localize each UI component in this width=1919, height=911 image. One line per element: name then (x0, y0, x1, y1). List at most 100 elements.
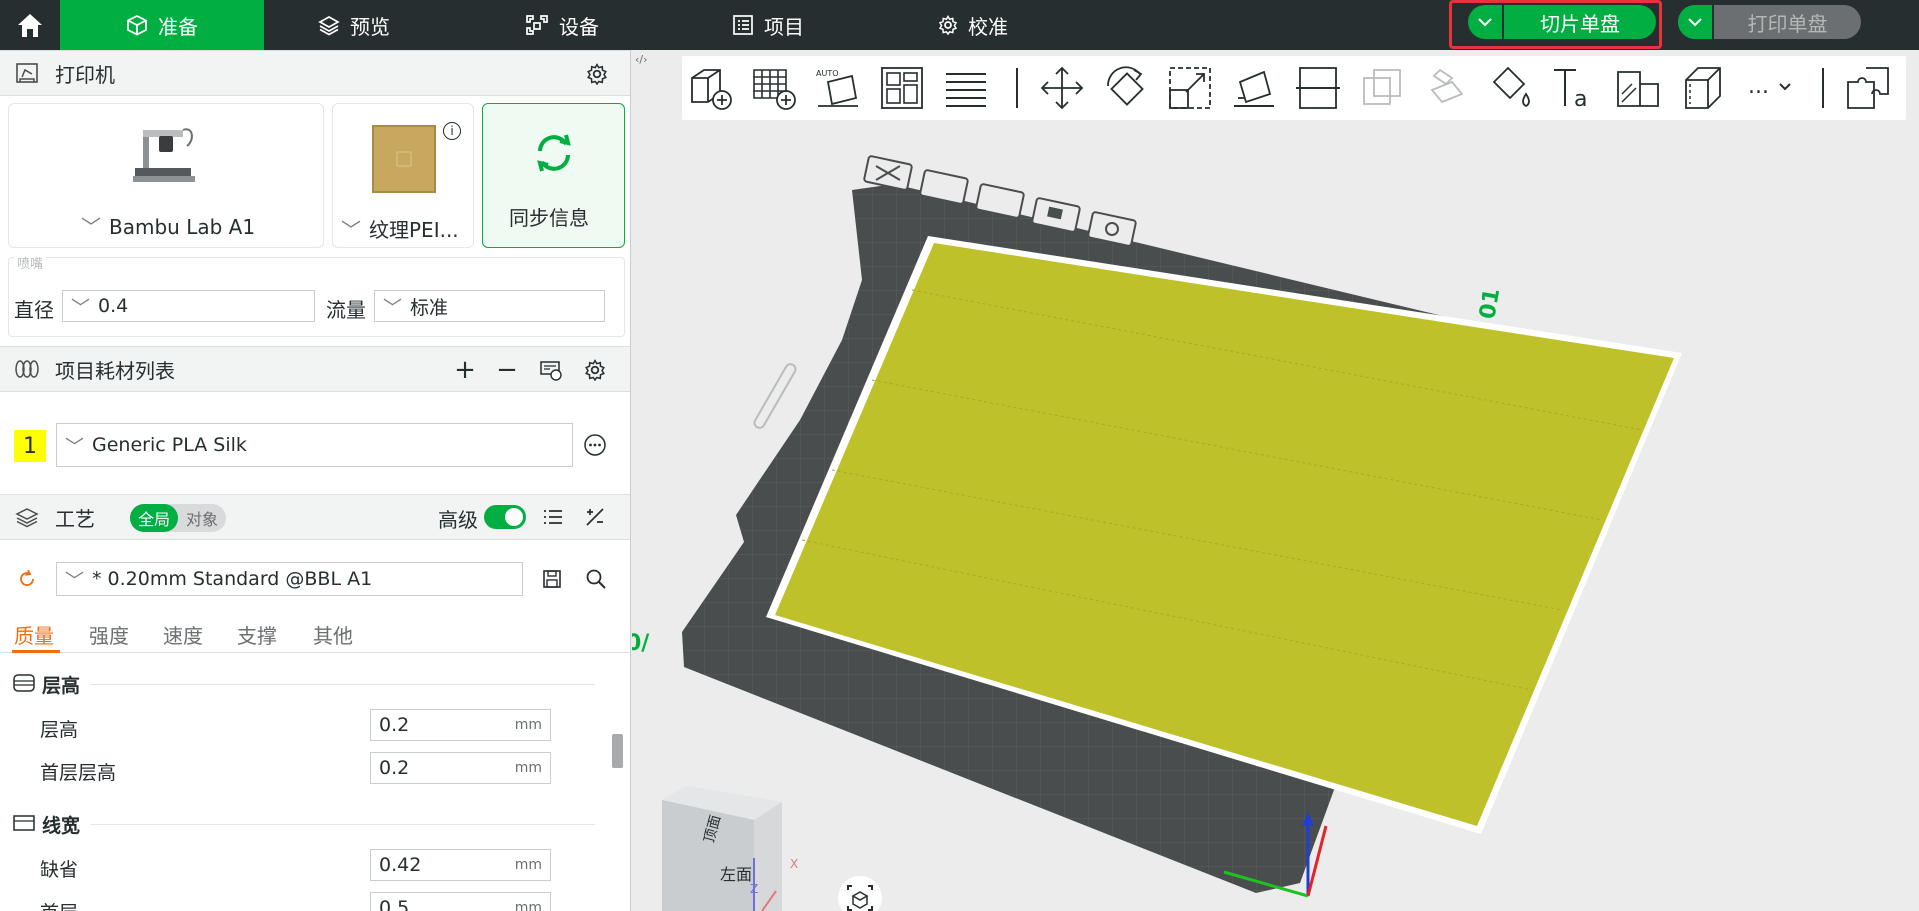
filament-more-button[interactable] (580, 430, 610, 460)
sync-icon (537, 134, 571, 172)
cube-left-face: 左面 (720, 865, 752, 884)
plate-number: 01 (1475, 287, 1505, 322)
unit-label: mm (514, 760, 542, 776)
filament-index-badge[interactable]: 1 (14, 430, 46, 462)
info-icon[interactable]: i (443, 122, 461, 140)
initial-line-width-input[interactable]: 0.5 mm (370, 892, 551, 911)
fit-view-button[interactable] (838, 876, 882, 911)
initial-layer-height-input[interactable]: 0.2 mm (370, 752, 551, 784)
list-icon (733, 15, 753, 35)
printer-card[interactable]: ﹀ Bambu Lab A1 (8, 103, 324, 248)
tab-label: 准备 (158, 14, 198, 39)
flow-label: 流量 (326, 298, 366, 322)
home-button[interactable] (0, 0, 60, 50)
option-value: 0.2 (379, 714, 410, 736)
filament-spool-icon (15, 360, 39, 378)
nozzle-caption: 喷嘴 (14, 253, 47, 272)
slice-plate-button[interactable]: 切片单盘 (1504, 5, 1656, 39)
remove-filament-button[interactable]: − (492, 355, 522, 385)
tab-label: 设备 (559, 14, 599, 39)
tab-device[interactable]: 设备 (525, 0, 599, 50)
chevron-down-icon: ﹀ (65, 569, 85, 592)
printer-section-title: 打印机 (55, 62, 115, 87)
cube-x-label: X (790, 857, 798, 871)
tab-strength[interactable]: 强度 (89, 620, 129, 649)
sync-info-button[interactable]: 同步信息 (482, 103, 625, 248)
tab-preview[interactable]: 预览 (318, 0, 390, 50)
diameter-label: 直径 (14, 298, 54, 322)
filament-section-title: 项目耗材列表 (55, 358, 175, 383)
slice-dropdown[interactable] (1468, 5, 1504, 39)
printer-section-header: 打印机 (0, 50, 630, 96)
filament-name: Generic PLA Silk (92, 434, 247, 456)
chevron-down-icon: ﹀ (341, 218, 361, 242)
save-preset-button[interactable] (537, 564, 567, 594)
plate-name: 纹理PEI... (369, 218, 459, 242)
advanced-label: 高级 (438, 508, 478, 532)
tab-speed[interactable]: 速度 (163, 620, 203, 649)
process-list-button[interactable] (538, 502, 568, 532)
scope-global[interactable]: 全局 (130, 504, 178, 532)
unit-label: mm (514, 857, 542, 873)
layer-height-input[interactable]: 0.2 mm (370, 709, 551, 741)
slice-button-group: 切片单盘 (1468, 5, 1656, 39)
print-plate-button[interactable]: 打印单盘 (1714, 5, 1861, 39)
printer-icon (16, 63, 38, 83)
add-filament-button[interactable]: + (450, 355, 480, 385)
plate-image (372, 125, 436, 193)
more-icon (584, 434, 606, 456)
settings-scrollbar[interactable] (612, 734, 623, 768)
flow-select[interactable]: ﹀ 标准 (374, 290, 605, 322)
sync-ams-button[interactable] (536, 355, 566, 385)
filament-section-header: 项目耗材列表 + − (0, 346, 630, 392)
unit-label: mm (514, 900, 542, 911)
option-value: 0.42 (379, 854, 422, 876)
3d-viewport[interactable]: ‹/› AUTO a ... 01 0/ 左面 顶面 Z X (632, 50, 1919, 911)
tab-label: 校准 (968, 14, 1008, 39)
tab-support[interactable]: 支撑 (237, 620, 277, 649)
flow-value: 标准 (410, 296, 449, 319)
search-settings-button[interactable] (581, 564, 611, 594)
advanced-switch[interactable] (484, 505, 526, 529)
printer-name: Bambu Lab A1 (109, 215, 256, 239)
scope-toggle[interactable]: 全局 对象 (130, 504, 226, 532)
reset-preset-button[interactable] (12, 564, 42, 594)
tab-quality[interactable]: 质量 (14, 620, 54, 649)
unit-label: mm (514, 717, 542, 733)
filament-settings-button[interactable] (580, 355, 610, 385)
process-preset-select[interactable]: ﹀ * 0.20mm Standard @BBL A1 (56, 562, 523, 596)
origin-marker: 0/ (632, 631, 650, 656)
option-label: 层高 (40, 719, 79, 741)
tab-calibrate[interactable]: 校准 (938, 0, 1008, 50)
process-layers-icon (15, 508, 39, 528)
divider (90, 684, 595, 685)
tab-others[interactable]: 其他 (313, 620, 353, 649)
reset-icon (20, 569, 34, 586)
diameter-select[interactable]: ﹀ 0.4 (62, 290, 315, 322)
printer-settings-button[interactable] (582, 59, 612, 89)
chevron-down-icon (1688, 18, 1702, 27)
minus-icon: − (496, 355, 518, 385)
group-title-layer-height: 层高 (42, 675, 81, 697)
home-icon (18, 14, 42, 37)
view-cube[interactable]: 左面 顶面 Z X (662, 786, 798, 911)
tab-prepare[interactable]: 准备 (60, 0, 264, 50)
cube-icon (127, 14, 147, 36)
cube-z-label: Z (750, 882, 758, 896)
scope-object[interactable]: 对象 (178, 504, 226, 532)
ams-sync-icon (540, 361, 562, 381)
filament-select[interactable]: ﹀ Generic PLA Silk (56, 423, 573, 467)
print-dropdown[interactable] (1678, 5, 1714, 39)
plate-card[interactable]: i ﹀ 纹理PEI... (332, 103, 474, 248)
tab-project[interactable]: 项目 (732, 0, 804, 50)
gear-icon (587, 63, 607, 85)
layers-icon (318, 16, 340, 36)
gear-icon (585, 359, 605, 381)
sidebar: 打印机 ﹀ Bambu Lab A1 i ﹀ 纹理PEI... 同步信息 喷嘴 … (0, 50, 631, 911)
option-label: 缺省 (40, 859, 79, 881)
compare-presets-button[interactable] (580, 502, 610, 532)
active-tab-indicator (12, 650, 60, 653)
tab-label: 项目 (764, 14, 804, 39)
default-line-width-input[interactable]: 0.42 mm (370, 849, 551, 881)
sync-info-label: 同步信息 (509, 206, 589, 230)
